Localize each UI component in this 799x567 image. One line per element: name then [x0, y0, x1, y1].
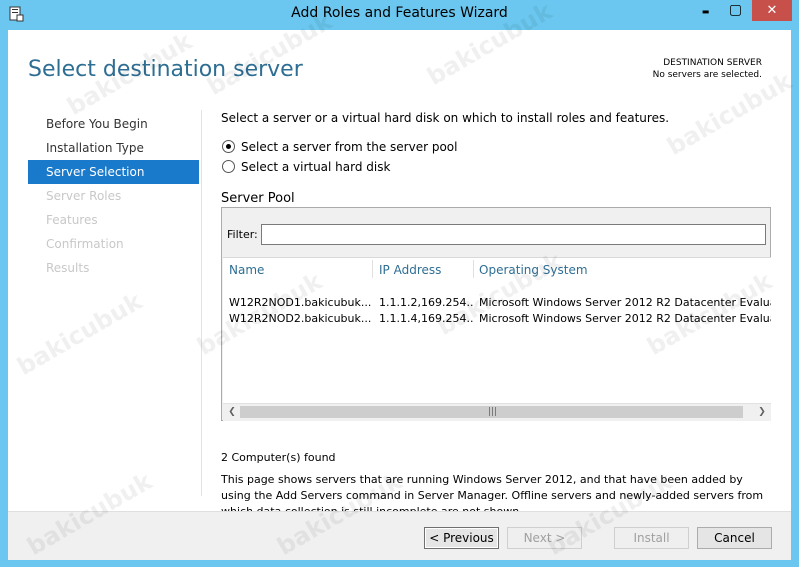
minimize-icon: ▬ — [701, 7, 710, 16]
window-title: Add Roles and Features Wizard — [291, 5, 508, 21]
virtual-hard-disk-radio-label[interactable]: Select a virtual hard disk — [241, 160, 390, 174]
minimize-button[interactable]: ▬ — [692, 0, 719, 21]
scroll-left-button[interactable]: ❮ — [224, 405, 240, 419]
cancel-button[interactable]: Cancel — [697, 527, 772, 549]
table-row[interactable]: W12R2NOD1.bakicubuk.... 1.1.1.2,169.254.… — [223, 296, 771, 312]
nav-item-server-roles: Server Roles — [46, 189, 122, 203]
scroll-right-button[interactable]: ❯ — [754, 405, 770, 419]
wizard-window: Add Roles and Features Wizard ▬ ▢ ✕ Sele… — [0, 0, 799, 567]
nav-item-installation-type[interactable]: Installation Type — [28, 136, 199, 160]
grip-icon: ||| — [488, 407, 498, 417]
wizard-steps-nav: Before You Begin Installation Type Serve… — [28, 112, 199, 280]
close-icon: ✕ — [766, 3, 778, 18]
nav-item-results: Results — [46, 261, 90, 275]
option-server-pool[interactable]: Select a server from the server pool — [222, 140, 458, 154]
maximize-button[interactable]: ▢ — [722, 0, 749, 21]
destination-server-value: No servers are selected. — [652, 70, 762, 80]
operating-system-cell: Microsoft Windows Server 2012 R2 Datacen… — [479, 296, 771, 309]
filter-input[interactable] — [261, 224, 766, 245]
close-button[interactable]: ✕ — [752, 0, 792, 21]
wizard-client-area: Select destination server DESTINATION SE… — [8, 30, 791, 560]
chevron-right-icon: ❯ — [758, 407, 766, 417]
column-divider[interactable] — [372, 260, 373, 278]
ip-address-cell: 1.1.1.4,169.254.... — [379, 312, 473, 325]
nav-item-server-selection[interactable]: Server Selection — [28, 160, 199, 184]
server-pool-radio[interactable] — [222, 140, 235, 153]
server-pool-title: Server Pool — [221, 191, 295, 206]
column-divider[interactable] — [473, 260, 474, 278]
computers-found-count: 2 Computer(s) found — [221, 451, 336, 464]
table-row[interactable]: W12R2NOD2.bakicubuk.... 1.1.1.4,169.254.… — [223, 312, 771, 328]
nav-item-features: Features — [46, 213, 98, 227]
server-pool-panel: Filter: Name IP Address Operating System… — [221, 207, 771, 421]
install-button: Install — [614, 527, 689, 549]
operating-system-cell: Microsoft Windows Server 2012 R2 Datacen… — [479, 312, 771, 325]
maximize-icon: ▢ — [728, 2, 743, 18]
scrollbar-thumb[interactable]: ||| — [240, 406, 743, 418]
server-name-cell: W12R2NOD1.bakicubuk.... — [229, 296, 372, 309]
previous-button[interactable]: < Previous — [424, 527, 499, 549]
column-header-ip-address[interactable]: IP Address — [379, 263, 441, 277]
ip-address-cell: 1.1.1.2,169.254.... — [379, 296, 473, 309]
nav-item-confirmation: Confirmation — [46, 237, 124, 251]
server-pool-radio-label[interactable]: Select a server from the server pool — [241, 140, 458, 154]
title-bar[interactable]: Add Roles and Features Wizard ▬ ▢ ✕ — [0, 0, 799, 30]
nav-divider — [201, 110, 202, 496]
destination-server-info: DESTINATION SERVER No servers are select… — [653, 57, 762, 81]
horizontal-scrollbar[interactable]: ❮ ||| ❯ — [223, 403, 771, 421]
chevron-left-icon: ❮ — [228, 407, 236, 417]
destination-server-label: DESTINATION SERVER — [663, 58, 762, 68]
column-header-name[interactable]: Name — [229, 263, 264, 277]
server-list[interactable]: Name IP Address Operating System W12R2NO… — [223, 257, 771, 421]
page-title: Select destination server — [28, 57, 303, 82]
server-name-cell: W12R2NOD2.bakicubuk.... — [229, 312, 372, 325]
column-header-operating-system[interactable]: Operating System — [479, 263, 588, 277]
option-virtual-hard-disk[interactable]: Select a virtual hard disk — [222, 160, 390, 174]
nav-item-before-you-begin[interactable]: Before You Begin — [28, 112, 199, 136]
wizard-footer: < Previous Next > Install Cancel — [8, 511, 791, 560]
intro-text: Select a server or a virtual hard disk o… — [221, 111, 670, 125]
virtual-hard-disk-radio[interactable] — [222, 160, 235, 173]
next-button: Next > — [507, 527, 582, 549]
filter-label: Filter: — [227, 228, 258, 241]
